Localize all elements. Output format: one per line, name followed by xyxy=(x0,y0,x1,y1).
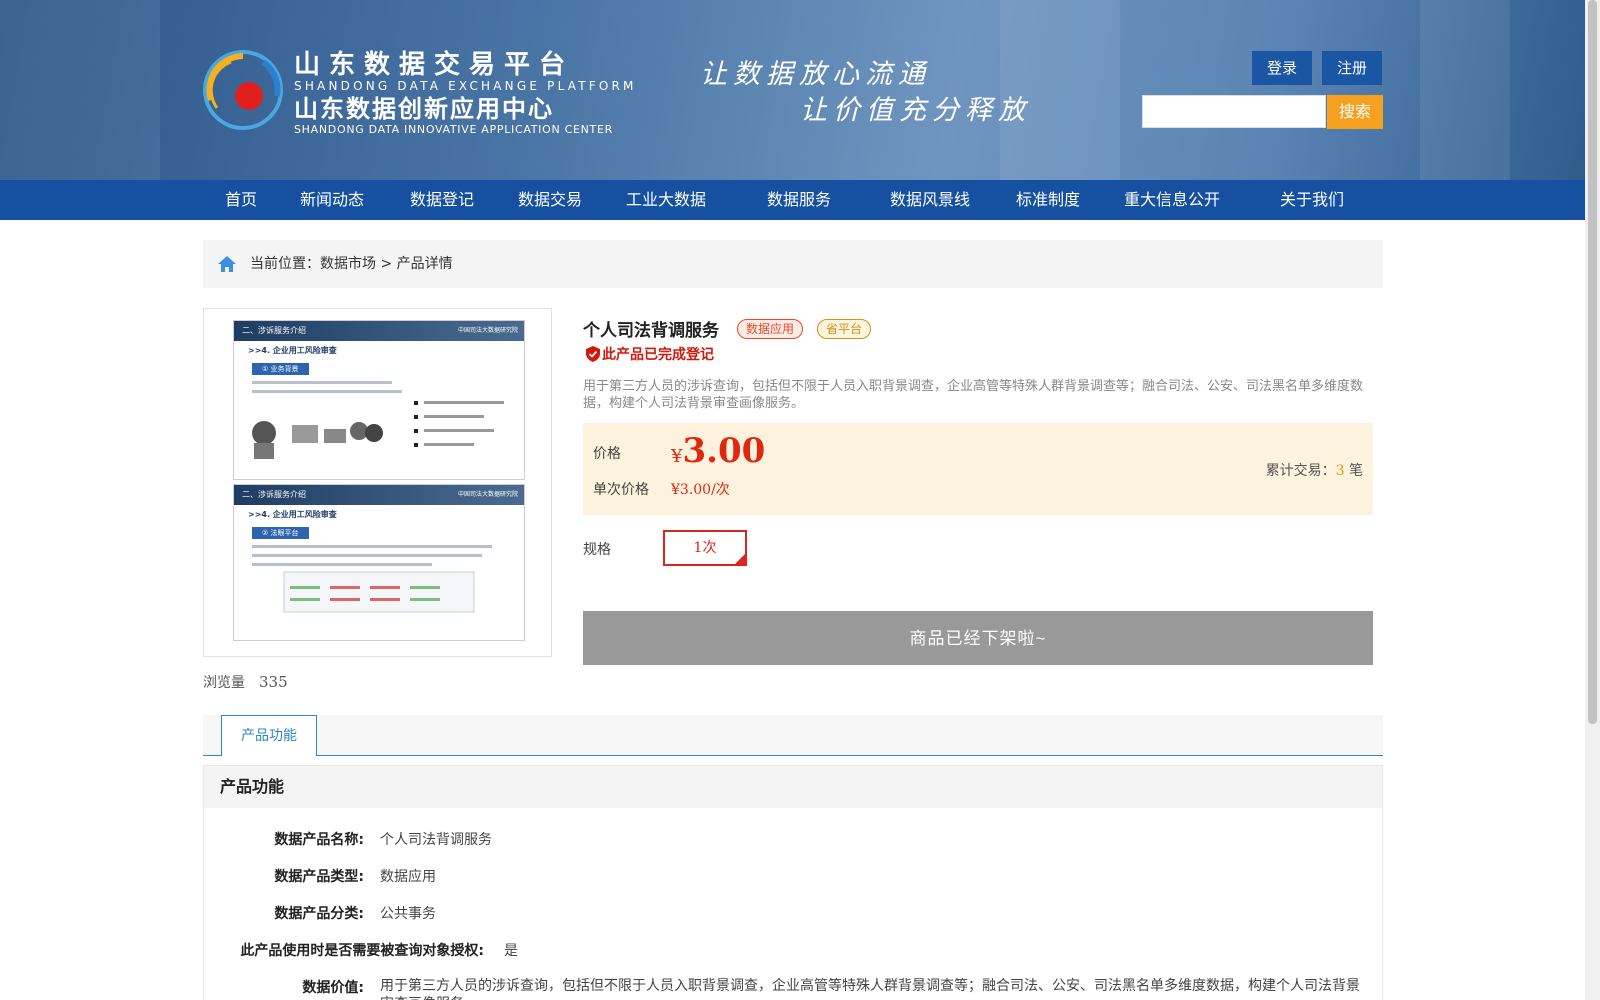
slide-header: 二、涉诉服务介绍 中国司法大数据研究院 xyxy=(234,321,524,341)
slide-illustration xyxy=(252,401,504,459)
unit-price-label: 单次价格 xyxy=(593,482,649,498)
breadcrumb-current: 产品详情 xyxy=(396,256,453,272)
registration-text: 此产品已完成登记 xyxy=(602,347,714,363)
search-input[interactable] xyxy=(1142,95,1326,128)
price-value: ¥3.00 xyxy=(671,431,766,471)
tab-product-function[interactable]: 产品功能 xyxy=(221,715,317,756)
price-box: 价格 ¥3.00 单次价格 ¥3.00/次 累计交易：3 笔 xyxy=(583,423,1373,515)
slide-subtitle: >>4. 企业用工风险审查 xyxy=(248,510,337,519)
breadcrumb-link-market[interactable]: 数据市场 xyxy=(320,256,376,272)
page-scrollbar[interactable] xyxy=(1585,0,1600,1000)
scrollbar-thumb[interactable] xyxy=(1588,0,1597,724)
nav-item-data-trading[interactable]: 数据交易 xyxy=(518,180,582,220)
tag-data-application: 数据应用 xyxy=(737,319,804,339)
slide-header: 二、涉诉服务介绍 中国司法大数据研究院 xyxy=(234,485,524,505)
selected-corner-icon xyxy=(734,553,746,565)
view-count-label: 浏览量 xyxy=(203,675,245,691)
main-nav: 首页 新闻动态 数据登记 数据交易 工业大数据 数据服务 数据风景线 标准制度 … xyxy=(0,180,1585,220)
nav-item-data-landscape[interactable]: 数据风景线 xyxy=(890,180,970,220)
nav-item-data-registration[interactable]: 数据登记 xyxy=(410,180,474,220)
spec-option-1-time[interactable]: 1次 xyxy=(663,530,747,566)
nav-item-industrial-big-data[interactable]: 工业大数据 xyxy=(626,180,706,220)
slide-table xyxy=(283,571,475,613)
view-count-value: 335 xyxy=(259,673,288,691)
product-offline-button[interactable]: 商品已经下架啦~ xyxy=(583,611,1373,665)
nav-item-major-disclosure[interactable]: 重大信息公开 xyxy=(1124,180,1220,220)
nav-item-about-us[interactable]: 关于我们 xyxy=(1280,180,1344,220)
breadcrumb: 当前位置：数据市场 > 产品详情 xyxy=(203,240,1383,288)
brand-subtitle-cn: 山东数据创新应用中心 xyxy=(294,95,554,123)
price-label: 价格 xyxy=(593,446,621,462)
detail-tabs: 产品功能 xyxy=(203,715,1383,756)
slide-pill: ① 业务背景 xyxy=(252,363,309,375)
shield-check-icon xyxy=(586,346,600,362)
brand-title-cn: 山东数据交易平台 xyxy=(294,50,575,80)
product-slide-2: 二、涉诉服务介绍 中国司法大数据研究院 >>4. 企业用工风险审查 ② 法眼平台 xyxy=(233,484,525,641)
breadcrumb-separator: > xyxy=(380,256,393,272)
brand-text: 山东数据交易平台 SHANDONG DATA EXCHANGE PLATFORM… xyxy=(294,50,637,136)
banner-decoration xyxy=(1420,0,1510,180)
brand-title-en: SHANDONG DATA EXCHANGE PLATFORM xyxy=(294,79,637,93)
product-title: 个人司法背调服务 xyxy=(583,321,719,341)
product-slide-1: 二、涉诉服务介绍 中国司法大数据研究院 >>4. 企业用工风险审查 ① 业务背景 xyxy=(233,320,525,480)
home-icon xyxy=(218,256,236,272)
search-button[interactable]: 搜索 xyxy=(1327,95,1383,129)
nav-item-news[interactable]: 新闻动态 xyxy=(300,180,364,220)
nav-item-data-services[interactable]: 数据服务 xyxy=(767,180,831,220)
breadcrumb-text: 当前位置：数据市场 > 产品详情 xyxy=(250,240,453,288)
banner-decoration xyxy=(0,0,160,180)
breadcrumb-prefix: 当前位置： xyxy=(250,256,320,272)
unit-price-value: ¥3.00/次 xyxy=(671,482,730,498)
total-transactions: 累计交易：3 笔 xyxy=(1265,463,1363,479)
nav-item-standards[interactable]: 标准制度 xyxy=(1016,180,1080,220)
product-description: 用于第三方人员的涉诉查询，包括但不限于人员入职背景调查，企业高管等特殊人群背景调… xyxy=(583,379,1364,411)
section-title: 产品功能 xyxy=(204,766,1382,808)
slogan-line-1: 让数据放心流通 xyxy=(700,59,931,90)
platform-logo-icon xyxy=(203,50,283,130)
product-function-section: 产品功能 数据产品名称: 个人司法背调服务 数据产品类型: 数据应用 数据产品分… xyxy=(203,765,1383,1000)
nav-item-home[interactable]: 首页 xyxy=(225,180,257,220)
registration-status: 此产品已完成登记 xyxy=(586,344,714,364)
slide-pill: ② 法眼平台 xyxy=(252,527,309,539)
brand-subtitle-en: SHANDONG DATA INNOVATIVE APPLICATION CEN… xyxy=(294,123,613,136)
product-image: 二、涉诉服务介绍 中国司法大数据研究院 >>4. 企业用工风险审查 ① 业务背景 … xyxy=(203,308,552,657)
spec-label: 规格 xyxy=(583,542,611,558)
header-banner: 山东数据交易平台 SHANDONG DATA EXCHANGE PLATFORM… xyxy=(0,0,1585,180)
login-button[interactable]: 登录 xyxy=(1252,51,1312,85)
register-button[interactable]: 注册 xyxy=(1322,51,1382,85)
tag-provincial-platform: 省平台 xyxy=(817,319,872,339)
slogan-line-2: 让价值充分释放 xyxy=(800,95,1031,126)
slide-subtitle: >>4. 企业用工风险审查 xyxy=(248,346,337,355)
page: 山东数据交易平台 SHANDONG DATA EXCHANGE PLATFORM… xyxy=(0,0,1585,1000)
view-count: 浏览量 335 xyxy=(203,672,288,692)
